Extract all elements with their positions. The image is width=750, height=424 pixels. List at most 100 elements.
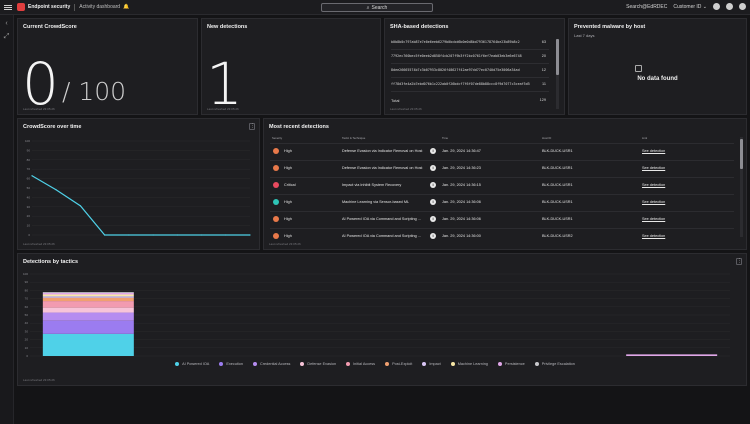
column-header-time[interactable]: Time: [442, 136, 448, 140]
search-button[interactable]: ⌕ Search: [321, 3, 433, 12]
data-point[interactable]: [249, 234, 251, 236]
legend-item[interactable]: Impact: [422, 362, 441, 366]
sha-total-label: Total: [391, 98, 400, 103]
column-header-host[interactable]: Host ID: [542, 136, 551, 140]
bell-icon[interactable]: 🔔: [123, 4, 129, 10]
top-right-controls: Search@EdRDEC Customer ID ⌄: [626, 3, 746, 10]
bar-segment[interactable]: [42, 294, 134, 297]
sha-hash[interactable]: 7792ec760bec5fe0eeb2d858f4cb207f9b3ff2bc…: [391, 54, 522, 58]
legend-item[interactable]: Initial Access: [346, 362, 375, 366]
bar-segment[interactable]: [42, 296, 134, 298]
table-row[interactable]: Critical Impact via Inhibit System Recove…: [270, 177, 734, 193]
data-point[interactable]: [225, 234, 227, 236]
sha-count: 12: [541, 68, 546, 72]
info-icon[interactable]: i: [430, 216, 436, 222]
info-icon[interactable]: i: [430, 233, 436, 239]
bar-segment[interactable]: [42, 307, 134, 313]
bar-segment[interactable]: [42, 312, 134, 321]
table-row[interactable]: High Machine Learning via Sensor-based ML…: [270, 194, 734, 210]
table-row[interactable]: High Defense Evasion via Indicator Remova…: [270, 143, 734, 159]
sha-hash[interactable]: 8dee26665574b7c3b07953c8026f48627f42ae97…: [391, 68, 520, 72]
severity-icon: [273, 148, 279, 154]
hamburger-menu-icon[interactable]: [4, 3, 12, 11]
scrollbar-thumb[interactable]: [556, 39, 559, 75]
data-point[interactable]: [104, 234, 106, 236]
legend-item[interactable]: Machine Learning: [450, 362, 488, 366]
new-detections-panel: New detections 1 Last refreshed 23:05:26: [201, 18, 381, 115]
bar-segment[interactable]: [42, 320, 134, 334]
info-icon[interactable]: i: [430, 182, 436, 188]
bar-segment[interactable]: [626, 354, 718, 356]
scrollbar[interactable]: [556, 39, 559, 109]
tactic-technique: Machine Learning via Sensor-based ML: [342, 200, 410, 204]
info-icon[interactable]: i: [430, 148, 436, 154]
y-tick-label: 40: [27, 195, 31, 199]
customer-id-dropdown[interactable]: Customer ID ⌄: [673, 4, 707, 10]
data-point[interactable]: [200, 234, 203, 236]
data-point[interactable]: [176, 234, 178, 236]
data-point[interactable]: [79, 205, 82, 207]
see-detection-link[interactable]: See detection: [642, 166, 665, 170]
legend-item[interactable]: Defense Evasion: [300, 362, 336, 366]
see-detection-link[interactable]: See detection: [642, 217, 665, 221]
legend-label: Execution: [226, 362, 243, 366]
last-refreshed: Last refreshed 23:05:26: [23, 378, 55, 382]
legend-item[interactable]: Post-Exploit: [385, 362, 412, 366]
bar-segment[interactable]: [42, 292, 134, 295]
expand-icon[interactable]: ⤢: [3, 33, 11, 41]
severity-label: High: [284, 217, 292, 221]
bar-segment[interactable]: [42, 297, 134, 302]
see-detection-link[interactable]: See detection: [642, 183, 665, 187]
no-data-icon: [635, 65, 642, 72]
legend-label: Persistence: [504, 362, 525, 366]
sha-hash[interactable]: ff78d3fe4a2b7ebd076b1c222ab0f26bdcf7f6f0…: [391, 82, 530, 86]
info-icon[interactable]: i: [430, 165, 436, 171]
host-id: BLK-DUCK-USR1: [542, 166, 573, 170]
legend-swatch: [175, 362, 180, 366]
legend-item[interactable]: Execution: [219, 362, 243, 366]
scrollbar[interactable]: [740, 137, 743, 237]
y-tick-label: 50: [25, 313, 29, 317]
column-header-link[interactable]: Link: [642, 136, 647, 140]
table-row[interactable]: High AI Powered IOA via Command and Scrip…: [270, 228, 734, 244]
bar-segment[interactable]: [42, 301, 134, 308]
data-point[interactable]: [31, 175, 33, 177]
search-shortcut[interactable]: Search@EdRDEC: [626, 4, 667, 10]
severity-icon: [273, 199, 279, 205]
bar-segment[interactable]: [42, 292, 134, 293]
y-tick-label: 60: [27, 177, 31, 181]
table-row[interactable]: High Defense Evasion via Indicator Remova…: [270, 160, 734, 176]
data-point[interactable]: [55, 189, 57, 191]
legend-item[interactable]: Persistence: [497, 362, 525, 366]
breadcrumb[interactable]: Activity dashboard: [79, 4, 120, 10]
detection-time: Jan. 29, 2024 14:36:00: [442, 234, 481, 238]
legend-item[interactable]: Privilege Escalation: [534, 362, 575, 366]
recent-detections-panel: Most recent detections Severity Tactic &…: [263, 118, 747, 250]
new-detections-value: 1: [206, 50, 243, 118]
sha-hash[interactable]: b0b8b0c797ab87e7e0e6eeb6279b0bcbd6b0e0d8…: [391, 40, 520, 44]
column-header-severity[interactable]: Severity: [272, 136, 282, 140]
column-header-tactic[interactable]: Tactic & Technique: [342, 136, 365, 140]
notifications-icon[interactable]: [713, 3, 720, 10]
falcon-logo[interactable]: [17, 3, 25, 11]
legend-item[interactable]: Credential Access: [253, 362, 290, 366]
no-data-message: No data found: [637, 76, 678, 82]
table-row[interactable]: High AI Powered IOA via Command and Scrip…: [270, 211, 734, 227]
help-icon[interactable]: [726, 3, 733, 10]
scrollbar-thumb[interactable]: [740, 139, 743, 169]
see-detection-link[interactable]: See detection: [642, 149, 665, 153]
y-tick-label: 20: [27, 214, 31, 218]
data-point[interactable]: [152, 234, 154, 236]
y-tick-label: 10: [27, 224, 31, 228]
back-icon[interactable]: ‹: [3, 20, 11, 28]
last-refreshed: Last refreshed 23:05:26: [23, 107, 55, 111]
info-icon[interactable]: i: [430, 199, 436, 205]
user-avatar[interactable]: [739, 3, 746, 10]
see-detection-link[interactable]: See detection: [642, 200, 665, 204]
see-detection-link[interactable]: See detection: [642, 234, 665, 238]
detection-time: Jan. 29, 2024 14:36:06: [442, 217, 481, 221]
bar-segment[interactable]: [42, 333, 134, 356]
data-point[interactable]: [128, 234, 130, 236]
row-divider: [391, 49, 549, 50]
legend-item[interactable]: AI Powered IOA: [175, 362, 209, 366]
